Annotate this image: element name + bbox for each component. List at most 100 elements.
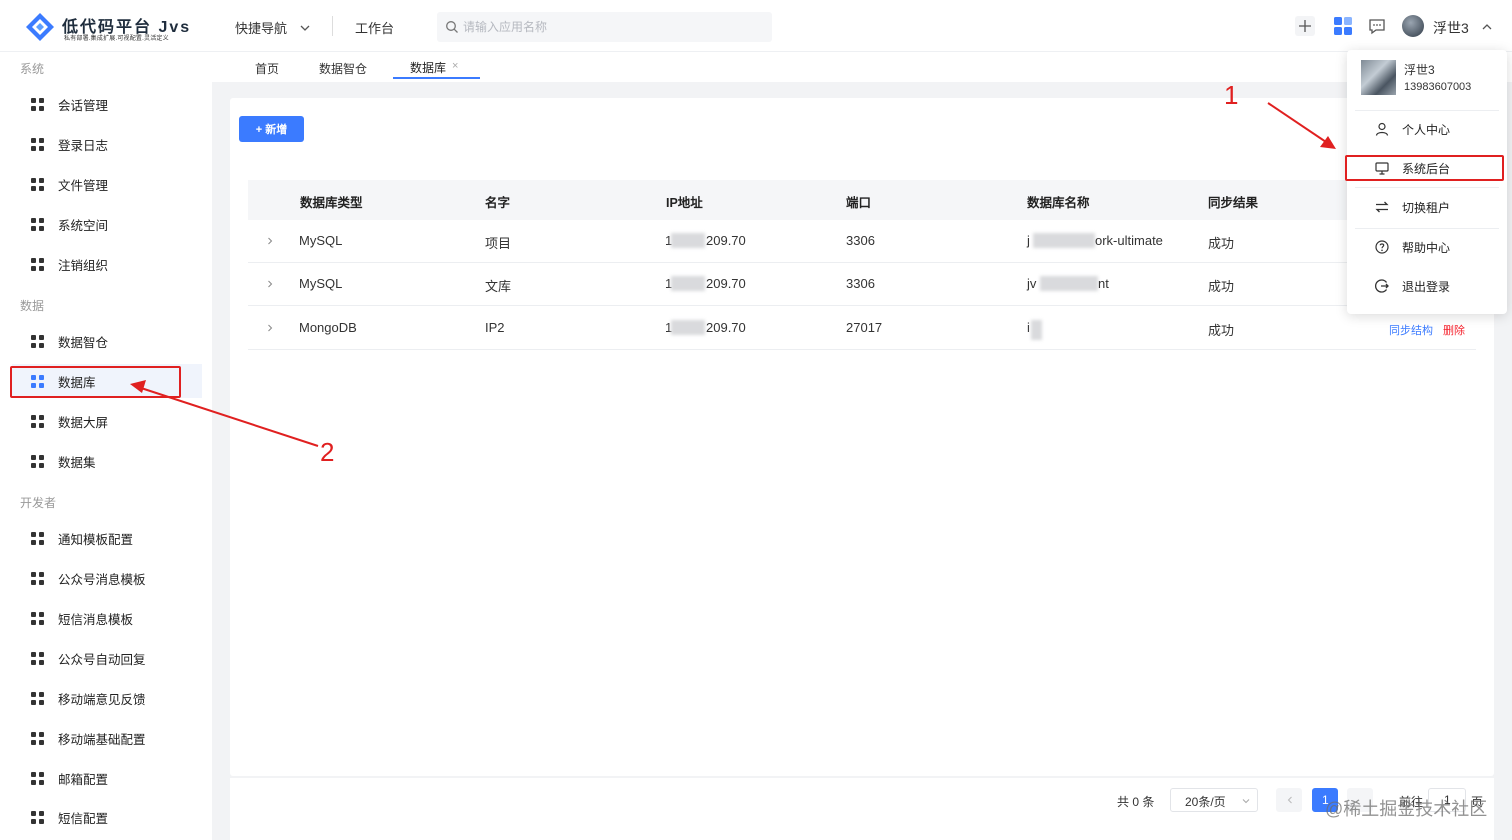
page-size-select[interactable]: 20条/页 — [1170, 788, 1258, 812]
sync-structure-link[interactable]: 同步结构 — [1389, 322, 1433, 338]
sidebar-item-mobile-config[interactable]: 移动端基础配置 — [12, 721, 202, 755]
grid-icon — [31, 771, 44, 785]
grid-icon — [31, 334, 44, 348]
sidebar-item-label: 公众号自动回复 — [58, 652, 146, 667]
menu-item-personal-center[interactable]: 个人中心 — [1374, 119, 1450, 139]
prev-page-button[interactable] — [1276, 788, 1302, 812]
close-icon[interactable]: × — [452, 60, 458, 72]
logo[interactable]: 低代码平台 Jvs 私有部署.集成扩展.可视配置.灵活定义 — [22, 9, 202, 45]
chevron-right-icon[interactable] — [266, 280, 274, 288]
chevron-right-icon[interactable] — [266, 324, 274, 332]
tab-home[interactable]: 首页 — [255, 60, 279, 77]
dropdown-user-name: 浮世3 — [1404, 63, 1435, 77]
tab-database[interactable]: 数据库 × — [410, 59, 458, 76]
sidebar-group-system: 系统 — [20, 62, 45, 76]
menu-item-help-center[interactable]: 帮助中心 — [1374, 237, 1450, 257]
cell-port: 3306 — [846, 276, 875, 291]
pagination-total: 共 0 条 — [1117, 795, 1155, 809]
chevron-down-icon — [1242, 799, 1250, 804]
quick-nav-menu[interactable]: 快捷导航 — [235, 18, 311, 37]
sidebar-item-sms-template[interactable]: 短信消息模板 — [12, 601, 202, 635]
avatar[interactable] — [1402, 15, 1424, 37]
sidebar-item-mobile-feedback[interactable]: 移动端意见反馈 — [12, 681, 202, 715]
cell-db-name-end: nt — [1098, 276, 1109, 291]
sidebar-item-label: 数据大屏 — [58, 415, 109, 430]
column-header: 名字 — [485, 196, 511, 210]
tab-data-warehouse[interactable]: 数据智仓 — [319, 60, 367, 77]
logout-icon — [1375, 279, 1389, 293]
grid-icon — [31, 177, 44, 191]
add-button[interactable]: + 新增 — [239, 116, 304, 142]
grid-icon — [31, 531, 44, 545]
grid-icon — [31, 731, 44, 745]
top-header: 低代码平台 Jvs 私有部署.集成扩展.可视配置.灵活定义 快捷导航 工作台 浮… — [0, 0, 1512, 52]
grid-icon — [31, 691, 44, 705]
search-icon — [446, 21, 458, 33]
cell-db-name-start: j — [1027, 233, 1030, 248]
sidebar-item-mp-message-template[interactable]: 公众号消息模板 — [12, 561, 202, 595]
sidebar-item-files[interactable]: 文件管理 — [12, 167, 202, 201]
sidebar-item-space[interactable]: 系统空间 — [12, 207, 202, 241]
delete-link[interactable]: 删除 — [1443, 322, 1465, 338]
divider — [1355, 228, 1499, 229]
chevron-down-icon — [300, 25, 310, 31]
grid-icon — [31, 810, 44, 824]
cell-name: IP2 — [485, 320, 505, 335]
sidebar-item-data-warehouse[interactable]: 数据智仓 — [12, 324, 202, 358]
help-icon — [1375, 240, 1389, 254]
user-icon — [1375, 122, 1389, 136]
header-divider — [332, 16, 333, 36]
column-header: 数据库名称 — [1027, 196, 1090, 210]
cell-db-name-start: jv — [1027, 276, 1037, 291]
cell-ip-end: 209.70 — [706, 233, 746, 248]
sidebar-item-deregister[interactable]: 注销组织 — [12, 247, 202, 281]
redacted-block — [671, 233, 705, 248]
sidebar-item-login-log[interactable]: 登录日志 — [12, 127, 202, 161]
chevron-right-icon[interactable] — [266, 237, 274, 245]
redacted-block — [1033, 233, 1095, 248]
add-icon[interactable] — [1294, 15, 1316, 37]
sidebar-item-notify-template[interactable]: 通知模板配置 — [12, 521, 202, 555]
apps-grid-icon[interactable] — [1332, 15, 1354, 37]
sidebar-item-email-config[interactable]: 邮箱配置 — [12, 761, 202, 795]
sidebar-item-data-screen[interactable]: 数据大屏 — [12, 404, 202, 438]
grid-icon — [31, 571, 44, 585]
swap-icon — [1375, 201, 1389, 213]
sidebar-item-label: 短信消息模板 — [58, 612, 134, 627]
search-input[interactable] — [463, 12, 763, 42]
column-header: IP地址 — [666, 196, 703, 210]
app-search[interactable] — [437, 12, 772, 42]
sidebar-item-label: 数据智仓 — [58, 335, 109, 350]
user-dropdown-menu: 浮世3 13983607003 — [1347, 50, 1507, 314]
sidebar-group-data: 数据 — [20, 299, 45, 313]
menu-item-label: 退出登录 — [1402, 279, 1451, 294]
sidebar-item-label: 注销组织 — [58, 258, 109, 273]
message-icon[interactable] — [1366, 15, 1388, 37]
sidebar-item-mp-auto-reply[interactable]: 公众号自动回复 — [12, 641, 202, 675]
dropdown-user-phone: 13983607003 — [1404, 81, 1472, 93]
sidebar-group-developer: 开发者 — [20, 496, 57, 510]
watermark: @稀土掘金技术社区 — [1325, 799, 1488, 819]
logo-icon — [26, 13, 54, 41]
header-user-name[interactable]: 浮世3 — [1433, 18, 1469, 38]
column-header: 同步结果 — [1208, 196, 1259, 210]
cell-db-name-start: i — [1027, 320, 1030, 335]
sidebar-item-label: 公众号消息模板 — [58, 572, 146, 587]
cell-ip-end: 209.70 — [706, 320, 746, 335]
menu-item-switch-tenant[interactable]: 切换租户 — [1374, 197, 1450, 217]
sidebar-item-sms-config[interactable]: 短信配置 — [12, 800, 202, 834]
sidebar-item-session[interactable]: 会话管理 — [12, 87, 202, 121]
sidebar-item-dataset[interactable]: 数据集 — [12, 444, 202, 478]
grid-icon — [31, 137, 44, 151]
chevron-up-icon[interactable] — [1481, 21, 1493, 33]
sidebar: 系统 会话管理 登录日志 文件管理 系统空间 注销组织 数据 数据智仓 数据库 … — [0, 52, 212, 840]
logo-subtitle: 私有部署.集成扩展.可视配置.灵活定义 — [64, 36, 169, 42]
menu-item-logout[interactable]: 退出登录 — [1374, 276, 1450, 296]
pagination-panel — [230, 778, 1494, 840]
cell-name: 文库 — [485, 279, 512, 294]
grid-icon — [31, 651, 44, 665]
workbench-link[interactable]: 工作台 — [355, 18, 394, 37]
grid-icon — [31, 611, 44, 625]
highlight-box-database — [10, 366, 181, 398]
menu-item-label: 切换租户 — [1402, 200, 1451, 215]
